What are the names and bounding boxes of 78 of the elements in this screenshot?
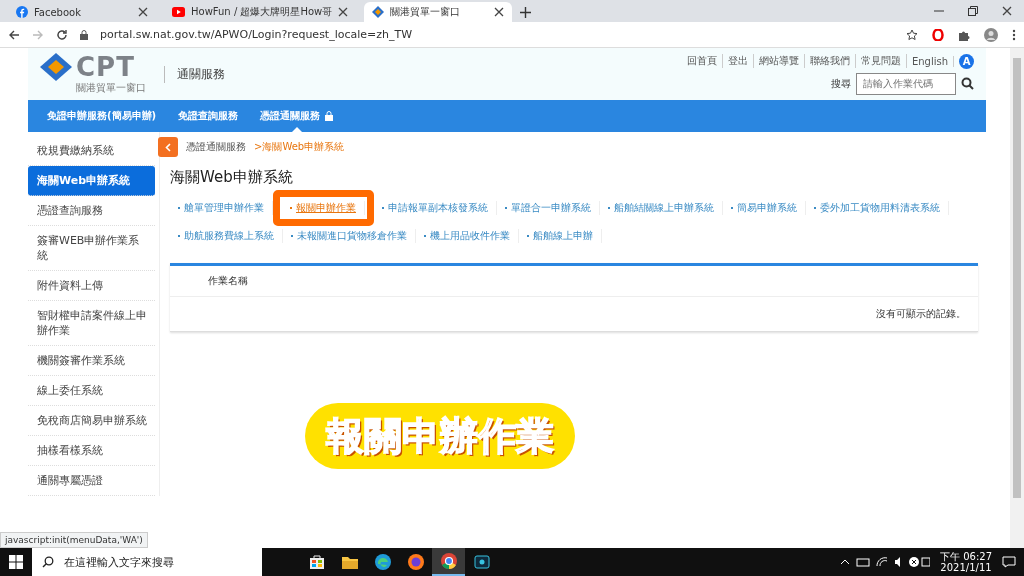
breadcrumb-current: >海關Web申辦系統 xyxy=(254,140,345,154)
sidebar-item[interactable]: 海關Web申辦系統 xyxy=(28,166,155,196)
system-link[interactable]: 船舶線上申辦 xyxy=(519,229,602,243)
address-bar[interactable]: portal.sw.nat.gov.tw/APWO/Login?request_locale=zh_TW xyxy=(100,28,413,41)
header-link[interactable]: English xyxy=(906,55,954,67)
sidebar-item[interactable]: 通關專屬憑證 xyxy=(28,466,155,496)
search-field[interactable]: 請輸入作業代碼 xyxy=(856,72,956,95)
caption-banner: 報關申辦作業 xyxy=(305,403,575,469)
header-link[interactable]: 登出 xyxy=(722,54,754,68)
system-link[interactable]: 船舶結關線上申辦系統 xyxy=(600,201,723,215)
lock-icon xyxy=(80,29,88,40)
system-link[interactable]: 委外加工貨物用料清表系統 xyxy=(806,201,949,215)
sidebar-item[interactable]: 附件資料上傳 xyxy=(28,271,155,301)
reload-icon[interactable] xyxy=(56,28,68,41)
close-icon[interactable] xyxy=(494,7,505,17)
logo-icon xyxy=(40,53,72,81)
back-icon[interactable] xyxy=(8,28,20,41)
notification-icon[interactable] xyxy=(1002,556,1016,568)
header-link[interactable]: 回首頁 xyxy=(681,54,723,68)
restore-icon[interactable] xyxy=(968,6,978,16)
system-link[interactable]: 助航服務費線上系統 xyxy=(170,229,283,243)
sidebar-item[interactable]: 抽樣看樣系統 xyxy=(28,436,155,466)
chevron-icon xyxy=(165,142,171,152)
facebook-icon xyxy=(16,6,28,18)
nav-tab[interactable]: 憑證通關服務 xyxy=(249,100,345,132)
nav-tab[interactable]: 免證申辦服務(簡易申辦) xyxy=(36,100,168,132)
browser-tab[interactable]: HowFun / 超爆大牌明星How哥 xyxy=(164,2,357,22)
browser-tab[interactable]: 關港貿單一窗口 xyxy=(364,2,513,22)
header-link[interactable]: 網站導覽 xyxy=(753,54,805,68)
search-icon[interactable] xyxy=(961,77,974,90)
tray-icons-drawing[interactable] xyxy=(840,556,930,568)
sidebar-item[interactable]: 免稅商店簡易申辦系統 xyxy=(28,406,155,436)
service-title: 通關服務 xyxy=(164,65,225,83)
browser-icon xyxy=(438,551,459,571)
header-link[interactable]: 聯絡我們 xyxy=(804,54,856,68)
system-link[interactable]: 機上用品收件作業 xyxy=(416,229,519,243)
header-link[interactable]: 常見問題 xyxy=(855,54,907,68)
logo-subtitle: 關港貿單一窗口 xyxy=(76,81,146,95)
page-title: 海關Web申辦系統 xyxy=(170,168,294,187)
system-link[interactable]: 申請報單副本核發系統 xyxy=(374,201,497,215)
camera-icon xyxy=(471,552,492,572)
system-link[interactable]: 艙單管理申辦作業 xyxy=(170,201,273,215)
avatar-icon[interactable] xyxy=(984,27,998,42)
taskbar-app[interactable] xyxy=(432,548,465,576)
collapse-button[interactable] xyxy=(158,137,178,157)
logo-text: CPT xyxy=(76,54,135,80)
sidebar-item[interactable]: 憑證查詢服務 xyxy=(28,196,155,226)
system-link[interactable]: 簡易申辦系統 xyxy=(723,201,806,215)
system-link[interactable]: 未報關進口貨物移倉作業 xyxy=(283,229,416,243)
accessibility-badge[interactable]: A xyxy=(959,53,974,69)
empty-message: 沒有可顯示的記錄。 xyxy=(875,307,967,321)
taskbar-search-field[interactable]: 在這裡輸入文字來搜尋 xyxy=(32,548,262,576)
column-header: 作業名稱 xyxy=(170,266,978,297)
logo-icon xyxy=(372,6,385,18)
search-label: 搜尋 xyxy=(831,76,851,91)
star-icon[interactable] xyxy=(906,28,918,41)
browser-tab[interactable]: Facebook xyxy=(8,2,156,22)
breadcrumb-link[interactable]: 憑證通關服務 xyxy=(186,140,246,154)
plus-icon[interactable] xyxy=(520,7,532,18)
sidebar-item[interactable]: 智財權申請案件線上申辦作業 xyxy=(28,301,155,346)
sidebar-item[interactable]: 線上委任系統 xyxy=(28,376,155,406)
system-link[interactable]: 單證合一申辦系統 xyxy=(497,201,600,215)
menu-icon[interactable] xyxy=(1012,28,1016,41)
fox-icon xyxy=(405,552,426,572)
wave-icon xyxy=(372,552,393,572)
sidebar-item[interactable]: 簽審WEB申辦作業系統 xyxy=(28,226,155,271)
nav-tab[interactable]: 免證查詢服務 xyxy=(167,100,250,132)
windows-icon[interactable] xyxy=(9,555,23,569)
scrollbar-thumb[interactable] xyxy=(1013,58,1021,498)
close-icon[interactable] xyxy=(138,7,148,17)
status-url: javascript:init(menuData,'WA') xyxy=(0,532,148,548)
sidebar-item[interactable]: 機關簽審作業系統 xyxy=(28,346,155,376)
close-icon[interactable] xyxy=(1002,6,1012,16)
search-icon xyxy=(42,556,54,568)
close-icon[interactable] xyxy=(338,7,349,17)
play-icon xyxy=(172,7,185,17)
taskbar-clock[interactable]: 下午 06:27 2021/1/11 xyxy=(940,551,992,573)
ring-icon[interactable] xyxy=(932,28,944,41)
